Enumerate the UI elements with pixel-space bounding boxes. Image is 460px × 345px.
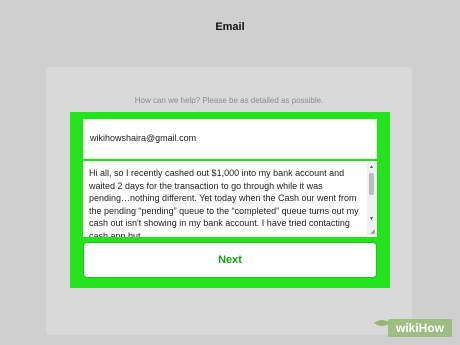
message-text: Hi all, so I recently cashed out $1,000 …: [89, 168, 359, 237]
next-button-label: Next: [218, 254, 242, 266]
scroll-down-icon[interactable]: ▼: [367, 215, 376, 223]
email-value: wikihowshaira@gmail.com: [90, 133, 197, 143]
next-button[interactable]: Next: [83, 242, 377, 278]
message-textarea[interactable]: Hi all, so I recently cashed out $1,000 …: [83, 161, 377, 237]
scroll-up-icon[interactable]: ▲: [367, 163, 376, 171]
help-prompt: How can we help? Please be as detailed a…: [134, 96, 324, 105]
message-scrollbar[interactable]: ▲ ▼: [367, 163, 376, 235]
wikihow-watermark: wikiHow: [374, 319, 452, 337]
leaf-icon: [374, 320, 390, 326]
page-title: Email: [215, 21, 245, 33]
watermark-text: wikiHow: [395, 321, 445, 335]
resize-grip-icon[interactable]: ◢: [369, 229, 376, 236]
scroll-thumb[interactable]: [369, 173, 374, 195]
email-field[interactable]: wikihowshaira@gmail.com: [83, 119, 377, 159]
